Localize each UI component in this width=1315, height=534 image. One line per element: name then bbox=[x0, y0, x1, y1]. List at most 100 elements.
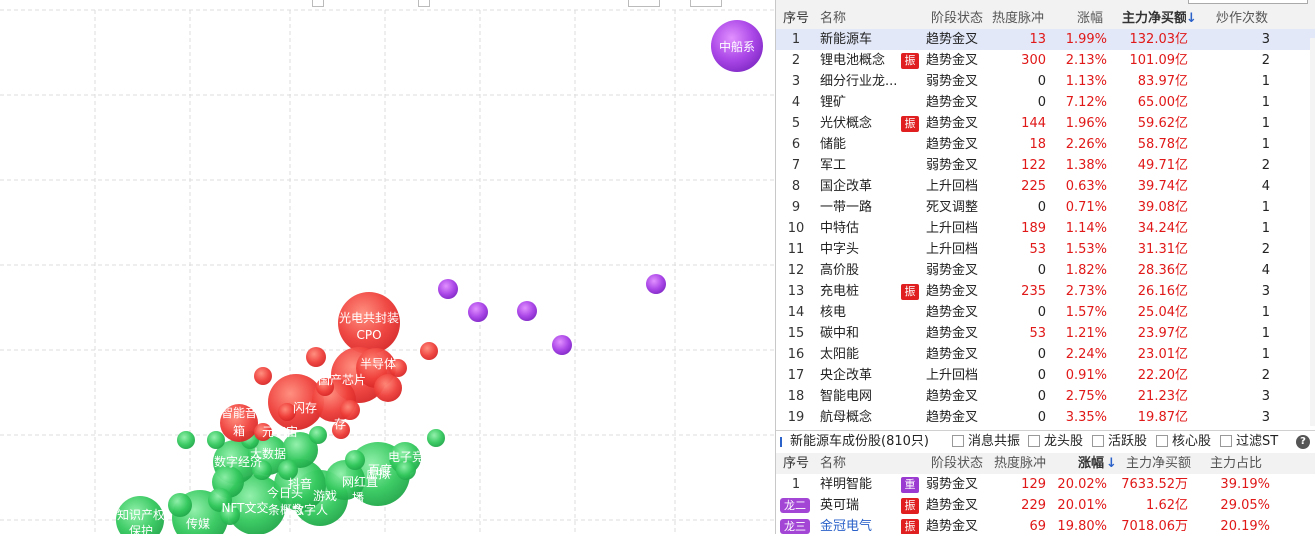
sector-name[interactable]: 新能源车 bbox=[820, 29, 906, 50]
top-search-fragment[interactable] bbox=[1188, 0, 1308, 4]
bubble-chart[interactable]: 光电共封装CPO半导体国产芯片闪存存智能音箱大数据数字经济 电子竞网红直播抖音游戏… bbox=[0, 0, 775, 534]
checkbox-icon[interactable] bbox=[1028, 435, 1040, 447]
top-checkbox-fragment-2[interactable] bbox=[418, 0, 430, 7]
sector-name[interactable]: 中特估 bbox=[820, 218, 906, 239]
app-window: 光电共封装 CPO 半导体 国产芯片 闪存存智能音箱大数据 数字经济 电子竞 网红直播抖音 游戏… bbox=[0, 0, 1315, 534]
sector-row[interactable]: 7 军工 弱势金叉 122 1.38% 49.71亿 2 bbox=[776, 155, 1315, 176]
bubble[interactable] bbox=[306, 347, 326, 367]
bubble[interactable] bbox=[345, 450, 365, 470]
sector-row[interactable]: 13 充电桩振趋势金叉 235 2.73% 26.16亿 3 bbox=[776, 281, 1315, 302]
sector-name[interactable]: 太阳能 bbox=[820, 344, 906, 365]
sector-row[interactable]: 6 储能 趋势金叉 18 2.26% 58.78亿 1 bbox=[776, 134, 1315, 155]
change-pct: 2.73% bbox=[1065, 284, 1107, 299]
heat-pulse: 225 bbox=[1021, 179, 1046, 194]
col-idx[interactable]: 序号 bbox=[776, 453, 816, 474]
sector-name[interactable]: 细分行业龙... bbox=[820, 71, 906, 92]
bubble[interactable] bbox=[374, 374, 402, 402]
stock-row[interactable]: 龙二 英可瑞振趋势金叉 229 20.01% 1.62亿 29.05% bbox=[776, 495, 1315, 516]
col-idx[interactable]: 序号 bbox=[776, 8, 816, 29]
hype-count: 3 bbox=[1261, 410, 1270, 425]
col-name[interactable]: 名称 bbox=[820, 453, 906, 474]
sector-name[interactable]: 储能 bbox=[820, 134, 906, 155]
col-stage[interactable]: 阶段状态 bbox=[931, 8, 993, 29]
sector-name[interactable]: 国企改革 bbox=[820, 176, 906, 197]
sector-row[interactable]: 15 碳中和 趋势金叉 53 1.21% 23.97亿 1 bbox=[776, 323, 1315, 344]
sector-row[interactable]: 1 新能源车 趋势金叉 13 1.99% 132.03亿 3 bbox=[776, 29, 1315, 50]
sector-name[interactable]: 中字头 bbox=[820, 239, 906, 260]
col-heat[interactable]: 热度脉冲 bbox=[988, 8, 1048, 29]
bubble[interactable] bbox=[207, 431, 225, 449]
bubble[interactable] bbox=[168, 493, 192, 517]
filter-exclude-st[interactable]: 过滤ST bbox=[1220, 431, 1278, 453]
sort-desc-icon: ↓ bbox=[1186, 11, 1196, 26]
bubble-chart-panel[interactable]: 光电共封装 CPO 半导体 国产芯片 闪存存智能音箱大数据 数字经济 电子竞 网红直播抖音 游戏… bbox=[0, 0, 775, 534]
sector-name[interactable]: 核电 bbox=[820, 302, 906, 323]
col-hype[interactable]: 炒作次数 bbox=[1216, 8, 1276, 29]
sector-name[interactable]: 光伏概念 bbox=[820, 113, 906, 134]
sector-row[interactable]: 3 细分行业龙... 弱势金叉 0 1.13% 83.97亿 1 bbox=[776, 71, 1315, 92]
top-checkbox-fragment[interactable] bbox=[312, 0, 324, 7]
sector-name[interactable]: 充电桩 bbox=[820, 281, 906, 302]
bubble[interactable] bbox=[427, 429, 445, 447]
col-chg[interactable]: 涨幅 bbox=[1068, 8, 1112, 29]
bubble[interactable] bbox=[254, 367, 272, 385]
sector-row[interactable]: 12 高价股 弱势金叉 0 1.82% 28.36亿 4 bbox=[776, 260, 1315, 281]
sector-name[interactable]: 锂矿 bbox=[820, 92, 906, 113]
hype-count: 1 bbox=[1261, 137, 1270, 152]
sector-name[interactable]: 一带一路 bbox=[820, 197, 906, 218]
sector-name[interactable]: 高价股 bbox=[820, 260, 906, 281]
stock-row[interactable]: 1 祥明智能重弱势金叉 129 20.02% 7633.52万 39.19% bbox=[776, 474, 1315, 495]
bubble[interactable] bbox=[309, 426, 327, 444]
sector-row[interactable]: 11 中字头 上升回档 53 1.53% 31.31亿 2 bbox=[776, 239, 1315, 260]
bubble-label: 游戏 bbox=[313, 489, 337, 503]
stock-name[interactable]: 祥明智能 bbox=[820, 474, 906, 495]
col-chg-sorted[interactable]: 涨幅 bbox=[1078, 453, 1108, 474]
sector-name[interactable]: 锂电池概念 bbox=[820, 50, 906, 71]
sector-name[interactable]: 军工 bbox=[820, 155, 906, 176]
checkbox-icon[interactable] bbox=[1220, 435, 1232, 447]
sector-name[interactable]: 智能电网 bbox=[820, 386, 906, 407]
sector-row[interactable]: 9 一带一路 死叉调整 0 0.71% 39.08亿 1 bbox=[776, 197, 1315, 218]
sector-row[interactable]: 18 智能电网 趋势金叉 0 2.75% 21.23亿 3 bbox=[776, 386, 1315, 407]
sector-row[interactable]: 10 中特估 上升回档 189 1.14% 34.24亿 1 bbox=[776, 218, 1315, 239]
filter-news-resonance[interactable]: 消息共振 bbox=[952, 431, 1020, 453]
stock-row[interactable]: 龙三 金冠电气振趋势金叉 69 19.80% 7018.06万 20.19% bbox=[776, 516, 1315, 534]
sector-name[interactable]: 碳中和 bbox=[820, 323, 906, 344]
sector-row[interactable]: 2 锂电池概念振趋势金叉 300 2.13% 101.09亿 2 bbox=[776, 50, 1315, 71]
sector-row[interactable]: 4 锂矿 趋势金叉 0 7.12% 65.00亿 1 bbox=[776, 92, 1315, 113]
bubble[interactable] bbox=[438, 279, 458, 299]
filter-leader-stocks[interactable]: 龙头股 bbox=[1028, 431, 1083, 453]
sector-row[interactable]: 17 央企改革 上升回档 0 0.91% 22.20亿 2 bbox=[776, 365, 1315, 386]
sector-row[interactable]: 8 国企改革 上升回档 225 0.63% 39.74亿 4 bbox=[776, 176, 1315, 197]
sector-row[interactable]: 16 太阳能 趋势金叉 0 2.24% 23.01亿 1 bbox=[776, 344, 1315, 365]
filter-active-stocks[interactable]: 活跃股 bbox=[1092, 431, 1147, 453]
checkbox-icon[interactable] bbox=[1156, 435, 1168, 447]
sector-row[interactable]: 14 核电 趋势金叉 0 1.57% 25.04亿 1 bbox=[776, 302, 1315, 323]
checkbox-icon[interactable] bbox=[1092, 435, 1104, 447]
sector-row[interactable]: 19 航母概念 趋势金叉 0 3.35% 19.87亿 3 bbox=[776, 407, 1315, 426]
sector-row[interactable]: 5 光伏概念振趋势金叉 144 1.96% 59.62亿 1 bbox=[776, 113, 1315, 134]
col-stage[interactable]: 阶段状态 bbox=[931, 453, 993, 474]
stage-status: 上升回档 bbox=[926, 368, 979, 383]
bubble[interactable] bbox=[177, 431, 195, 449]
filter-core-stocks[interactable]: 核心股 bbox=[1156, 431, 1211, 453]
col-heat[interactable]: 热度脉冲 bbox=[994, 453, 1054, 474]
col-ratio[interactable]: 主力占比 bbox=[1210, 453, 1270, 474]
col-name[interactable]: 名称 bbox=[820, 8, 906, 29]
top-input-fragment-2[interactable] bbox=[690, 0, 722, 7]
bubble[interactable] bbox=[517, 301, 537, 321]
bubble[interactable] bbox=[468, 302, 488, 322]
sector-name[interactable]: 央企改革 bbox=[820, 365, 906, 386]
vertical-scrollbar[interactable] bbox=[1310, 38, 1315, 426]
stock-name[interactable]: 金冠电气 bbox=[820, 516, 906, 534]
top-input-fragment[interactable] bbox=[628, 0, 660, 7]
bubble[interactable] bbox=[646, 274, 666, 294]
checkbox-icon[interactable] bbox=[952, 435, 964, 447]
help-icon[interactable]: ? bbox=[1296, 435, 1310, 449]
stock-name[interactable]: 英可瑞 bbox=[820, 495, 906, 516]
col-net[interactable]: 主力净买额 bbox=[1126, 453, 1196, 474]
col-net-sorted[interactable]: 主力净买额 bbox=[1122, 8, 1186, 29]
bubble[interactable] bbox=[420, 342, 438, 360]
sector-name[interactable]: 航母概念 bbox=[820, 407, 906, 426]
bubble[interactable] bbox=[552, 335, 572, 355]
